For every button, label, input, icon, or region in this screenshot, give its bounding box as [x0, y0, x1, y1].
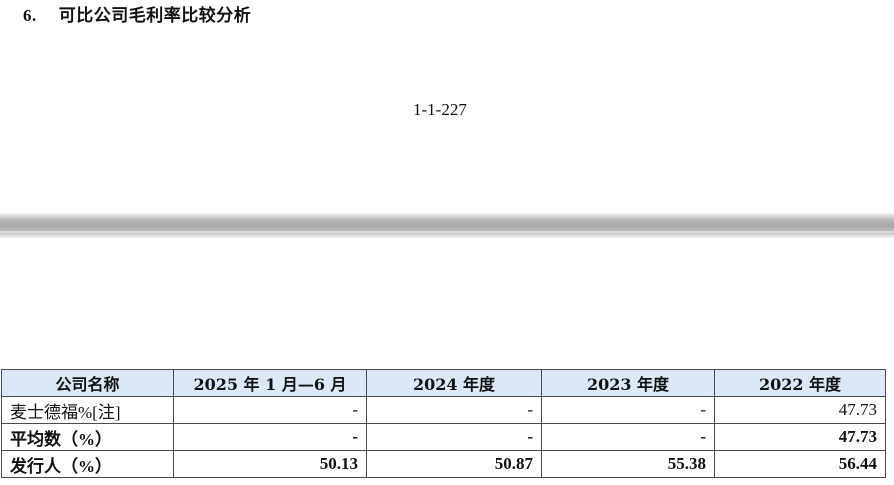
section-title: 可比公司毛利率比较分析: [58, 6, 252, 26]
header-company-name: 公司名称: [1, 369, 174, 397]
header-2024: 2024 年度: [366, 369, 542, 397]
cell-value: 47.73: [714, 423, 886, 451]
header-2025-h1: 2025 年 1 月—6 月: [173, 369, 367, 397]
row-issuer-label: 发行人（%）: [1, 450, 174, 478]
header-2022: 2022 年度: [714, 369, 886, 397]
table-header-row: 公司名称 2025 年 1 月—6 月 2024 年度 2023 年度 2022…: [1, 369, 886, 397]
cell-value: -: [173, 396, 367, 424]
row-company-name: 麦士德福%[注]: [1, 396, 174, 424]
document-page-upper: 6. 可比公司毛利率比较分析 1-1-227: [0, 0, 894, 212]
cell-value: -: [173, 423, 367, 451]
page-number: 1-1-227: [413, 100, 467, 119]
table-row: 平均数（%） - - - 47.73: [1, 423, 886, 451]
section-heading: 6. 可比公司毛利率比较分析: [23, 1, 251, 26]
cell-value: 55.38: [541, 450, 715, 478]
cell-value: 50.13: [173, 450, 367, 478]
gross-margin-comparison-table: 公司名称 2025 年 1 月—6 月 2024 年度 2023 年度 2022…: [1, 369, 886, 478]
section-number: 6.: [23, 6, 37, 25]
cell-value: -: [541, 396, 715, 424]
table-row: 发行人（%） 50.13 50.87 55.38 56.44: [1, 450, 886, 478]
table-row: 麦士德福%[注] - - - 47.73: [1, 396, 886, 424]
page-separator: [0, 212, 894, 238]
row-average-label: 平均数（%）: [1, 423, 174, 451]
cell-value: -: [366, 423, 542, 451]
page-edge: [0, 231, 894, 233]
cell-value: -: [366, 396, 542, 424]
cell-value: -: [541, 423, 715, 451]
header-2023: 2023 年度: [541, 369, 715, 397]
cell-value: 56.44: [714, 450, 886, 478]
cell-value: 50.87: [366, 450, 542, 478]
cell-value: 47.73: [714, 396, 886, 424]
